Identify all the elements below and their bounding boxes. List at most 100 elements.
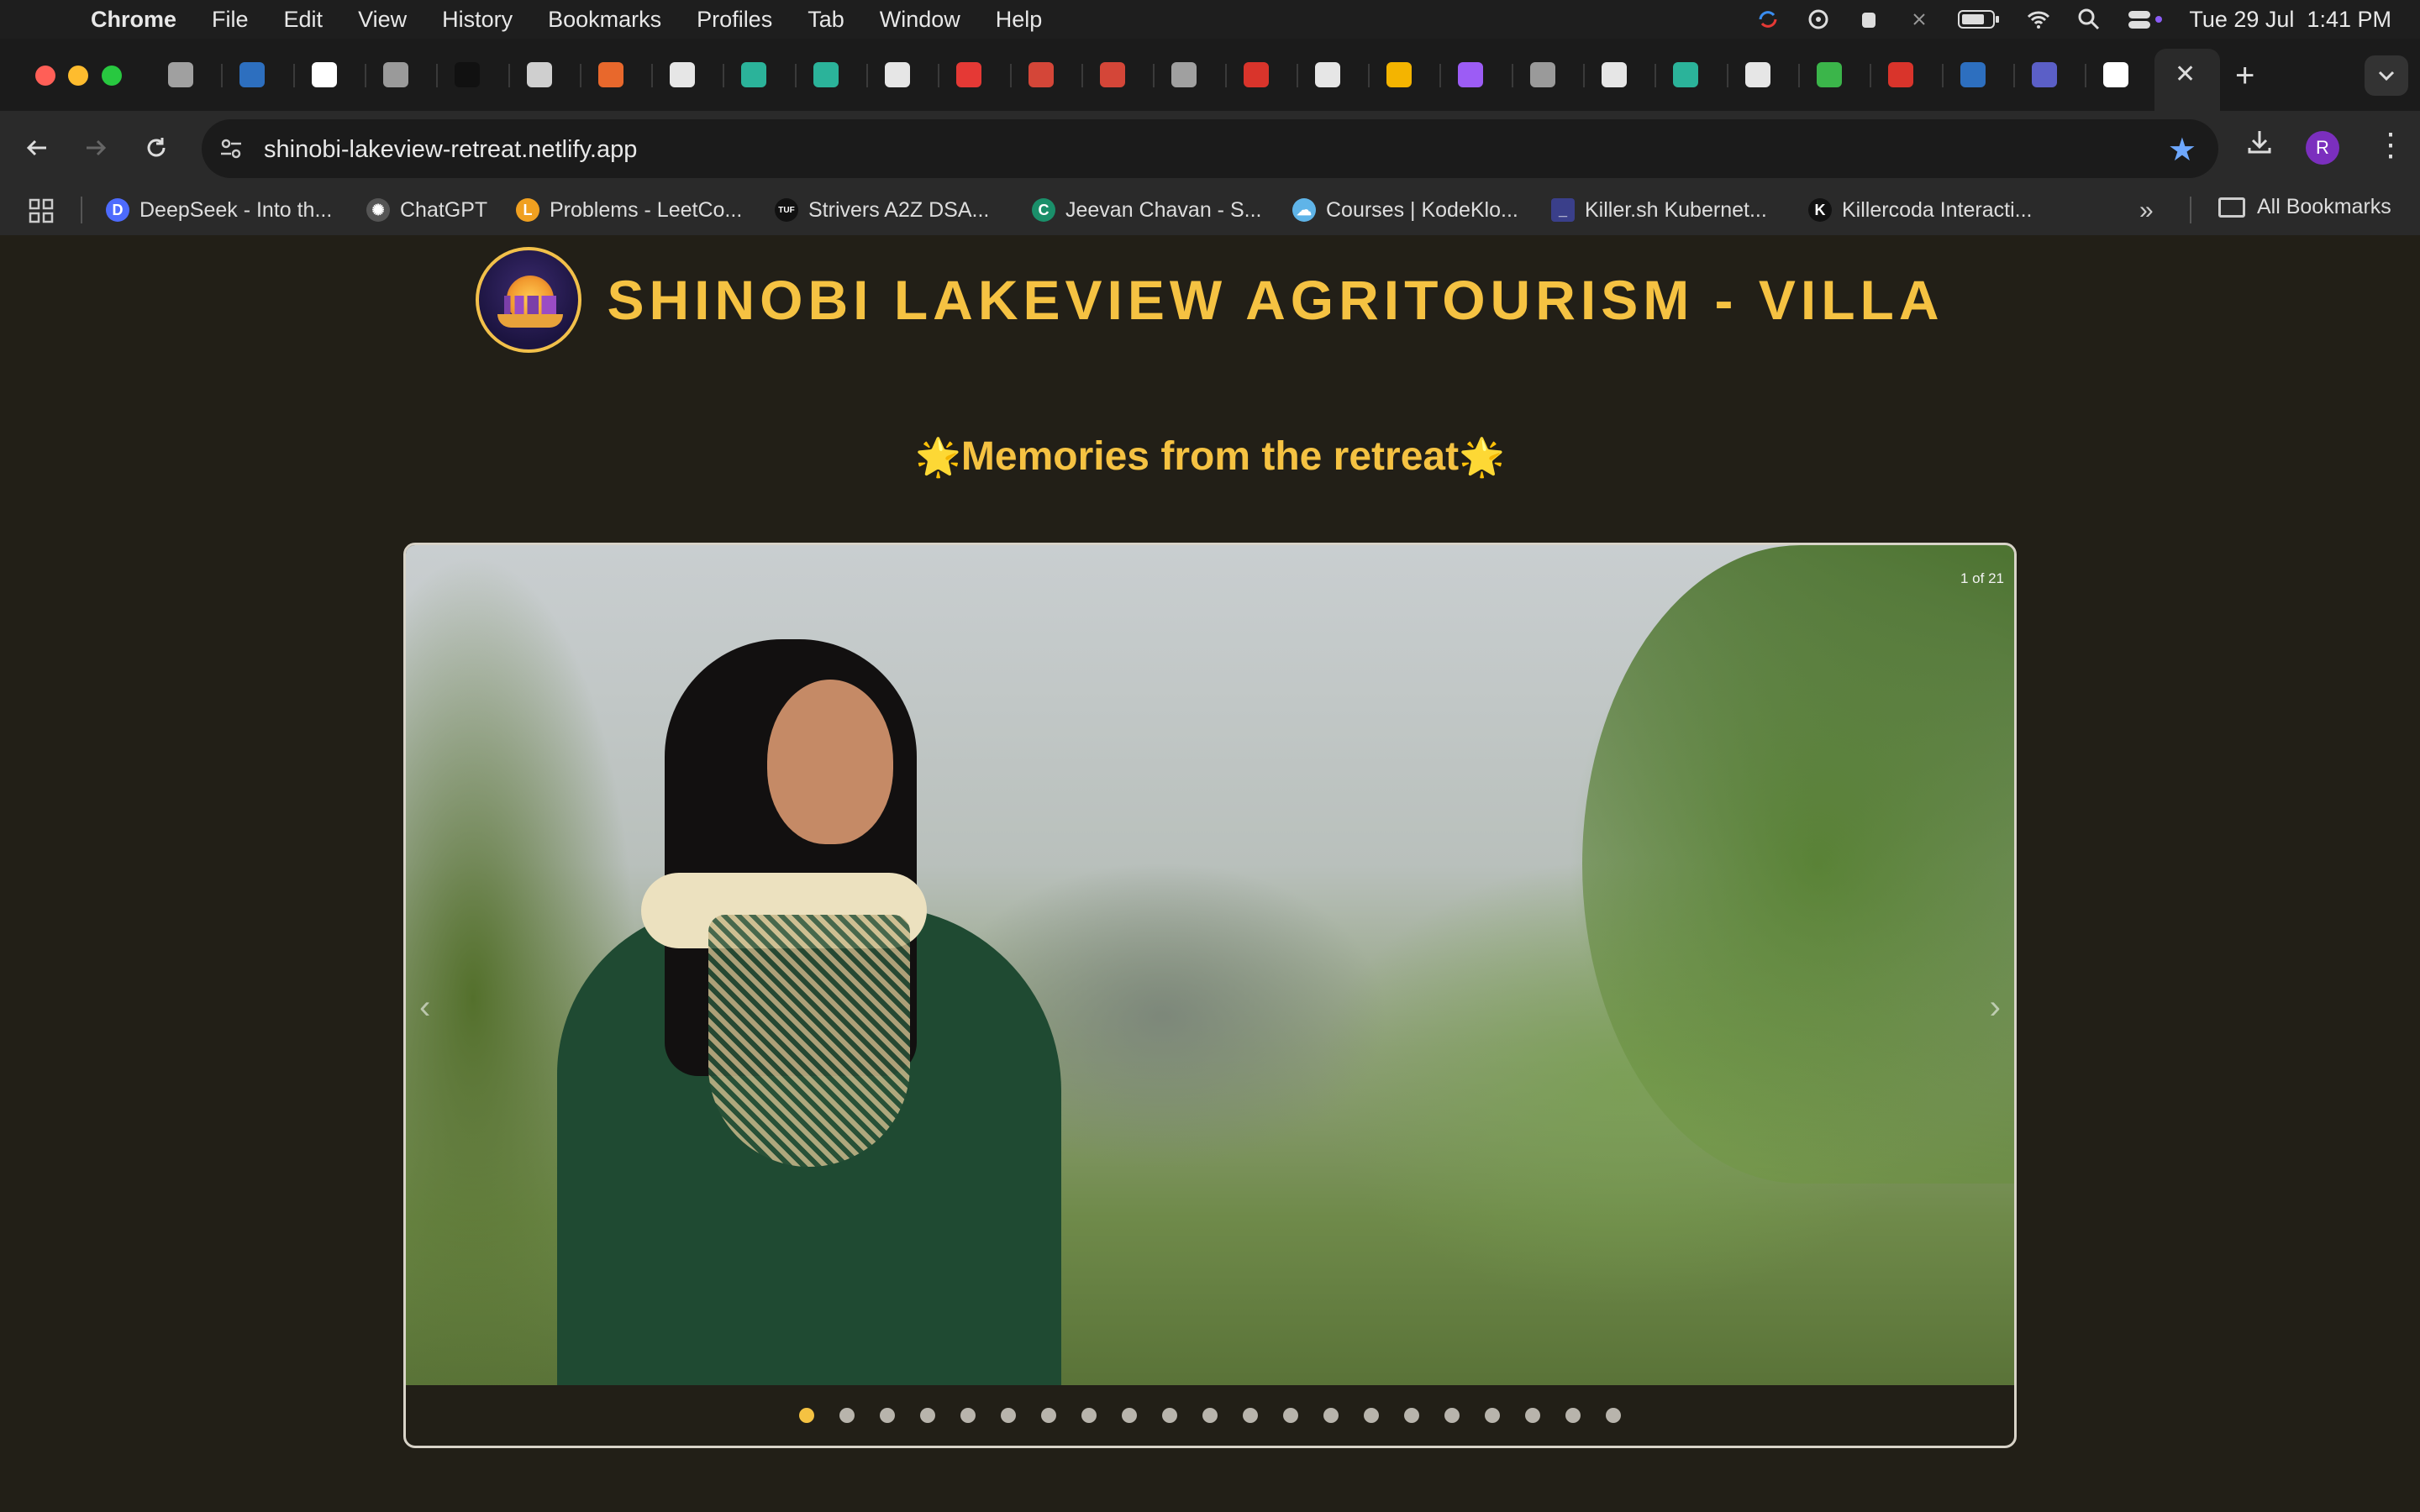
forward-button[interactable]	[77, 129, 114, 166]
carousel-dot[interactable]	[1243, 1408, 1258, 1423]
carousel-dot[interactable]	[1404, 1408, 1419, 1423]
github-icon[interactable]	[670, 62, 695, 87]
menubar-datetime[interactable]: Tue 29 Jul 1:41 PM	[2189, 7, 2391, 33]
pin-icon[interactable]	[1244, 62, 1269, 87]
menu-tab[interactable]: Tab	[808, 7, 844, 33]
bookmark-kodekloud[interactable]: ☁ Courses | KodeKlo...	[1292, 195, 1518, 225]
menu-help[interactable]: Help	[996, 7, 1043, 33]
carousel-dot[interactable]	[1041, 1408, 1056, 1423]
all-bookmarks-button[interactable]: All Bookmarks	[2218, 195, 2391, 219]
next-arrow-icon[interactable]: ›	[1990, 989, 2001, 1026]
profile-avatar[interactable]: R	[2306, 131, 2339, 165]
close-tab-icon[interactable]: ✕	[2175, 62, 2196, 87]
site-info-icon[interactable]	[217, 134, 245, 163]
more-bookmarks-icon[interactable]: »	[2139, 197, 2154, 225]
menu-window[interactable]: Window	[880, 7, 960, 33]
menu-view[interactable]: View	[358, 7, 407, 33]
carousel-dot[interactable]	[839, 1408, 855, 1423]
bookmark-star-icon[interactable]: ★	[2168, 131, 2196, 169]
github-icon[interactable]	[1602, 62, 1627, 87]
control-center-icon[interactable]	[2127, 7, 2164, 32]
apps-grid-icon[interactable]	[29, 198, 54, 223]
chrome-menu-icon[interactable]: ⋮	[2375, 126, 2407, 164]
wifi-icon[interactable]	[2026, 7, 2051, 32]
globe-icon[interactable]	[1530, 62, 1555, 87]
globe-icon[interactable]	[383, 62, 408, 87]
carousel-dot[interactable]	[1323, 1408, 1339, 1423]
drive-icon[interactable]	[1386, 62, 1412, 87]
tuf-icon[interactable]	[455, 62, 480, 87]
battery-icon[interactable]	[1957, 7, 2001, 32]
carousel-dot[interactable]	[1001, 1408, 1016, 1423]
download-icon[interactable]	[2245, 128, 2274, 164]
youtube-icon[interactable]	[956, 62, 981, 87]
carousel-dot[interactable]	[960, 1408, 976, 1423]
teams-icon[interactable]	[2032, 62, 2057, 87]
vite-icon[interactable]	[1458, 62, 1483, 87]
chatgpt-icon[interactable]	[527, 62, 552, 87]
bookmark-strivers[interactable]: TUF Strivers A2Z DSA...	[775, 195, 989, 225]
carousel-dot[interactable]	[1565, 1408, 1581, 1423]
minimize-window-button[interactable]	[68, 66, 88, 86]
menu-history[interactable]: History	[442, 7, 513, 33]
rc-icon[interactable]	[312, 62, 337, 87]
carousel-dot[interactable]	[920, 1408, 935, 1423]
bookmark-killercoda[interactable]: K Killercoda Interacti...	[1808, 195, 2033, 225]
carousel-dot[interactable]	[1081, 1408, 1097, 1423]
chat-icon[interactable]	[1817, 62, 1842, 87]
bookmark-chatgpt[interactable]: ✺ ChatGPT	[366, 195, 487, 225]
carousel-dot[interactable]	[880, 1408, 895, 1423]
site-logo[interactable]	[476, 247, 582, 353]
reload-button[interactable]	[138, 129, 175, 166]
linkedin-icon[interactable]	[239, 62, 265, 87]
menu-edit[interactable]: Edit	[284, 7, 324, 33]
bookmark-leetcode[interactable]: L Problems - LeetCo...	[516, 195, 742, 225]
carousel-dot[interactable]	[1283, 1408, 1298, 1423]
alarm-icon[interactable]	[1856, 7, 1881, 32]
menu-profiles[interactable]: Profiles	[697, 7, 772, 33]
carousel-dot[interactable]	[799, 1408, 814, 1423]
bookmark-killersh[interactable]: _ Killer.sh Kubernet...	[1551, 195, 1767, 225]
google-icon[interactable]	[2103, 62, 2128, 87]
back-button[interactable]	[18, 129, 55, 166]
carousel-dot[interactable]	[1364, 1408, 1379, 1423]
carousel-dot[interactable]	[1202, 1408, 1218, 1423]
new-tab-button[interactable]: +	[2235, 57, 2254, 95]
carousel-dot[interactable]	[1485, 1408, 1500, 1423]
close-window-button[interactable]	[35, 66, 55, 86]
diamond-icon[interactable]	[1673, 62, 1698, 87]
task-icon[interactable]	[813, 62, 839, 87]
address-bar[interactable]: shinobi-lakeview-retreat.netlify.app ★	[202, 119, 2218, 178]
carousel-photo[interactable]: 1 of 21 ‹ ›	[406, 545, 2014, 1385]
linkedin-icon[interactable]	[1960, 62, 1986, 87]
github-icon[interactable]	[1315, 62, 1340, 87]
tab-search-button[interactable]	[2365, 55, 2408, 96]
bookmark-jeevan[interactable]: C Jeevan Chavan - S...	[1032, 195, 1261, 225]
github-icon[interactable]	[1745, 62, 1770, 87]
gmail-icon[interactable]	[1028, 62, 1054, 87]
menu-bookmarks[interactable]: Bookmarks	[548, 7, 661, 33]
bluetooth-icon[interactable]	[1907, 7, 1932, 32]
carousel-dot[interactable]	[1444, 1408, 1460, 1423]
tab-separator	[365, 64, 366, 87]
prev-arrow-icon[interactable]: ‹	[419, 989, 430, 1026]
diamond-icon[interactable]	[741, 62, 766, 87]
elephant-icon[interactable]	[1171, 62, 1197, 87]
menu-file[interactable]: File	[212, 7, 249, 33]
pin-icon[interactable]	[1888, 62, 1913, 87]
carousel-dot[interactable]	[1606, 1408, 1621, 1423]
password-icon[interactable]	[1806, 7, 1831, 32]
carousel-dot[interactable]	[1122, 1408, 1137, 1423]
carousel-dot[interactable]	[1162, 1408, 1177, 1423]
chart-icon[interactable]	[598, 62, 623, 87]
zoom-window-button[interactable]	[102, 66, 122, 86]
sync-icon[interactable]	[1755, 7, 1781, 32]
url-text[interactable]: shinobi-lakeview-retreat.netlify.app	[264, 136, 637, 164]
github-icon[interactable]	[885, 62, 910, 87]
bookmark-deepseek[interactable]: D DeepSeek - Into th...	[106, 195, 332, 225]
elephant-icon[interactable]	[168, 62, 193, 87]
menu-app-name[interactable]: Chrome	[91, 7, 176, 33]
spotlight-search-icon[interactable]	[2076, 7, 2102, 32]
carousel-dot[interactable]	[1525, 1408, 1540, 1423]
gmail-icon[interactable]	[1100, 62, 1125, 87]
